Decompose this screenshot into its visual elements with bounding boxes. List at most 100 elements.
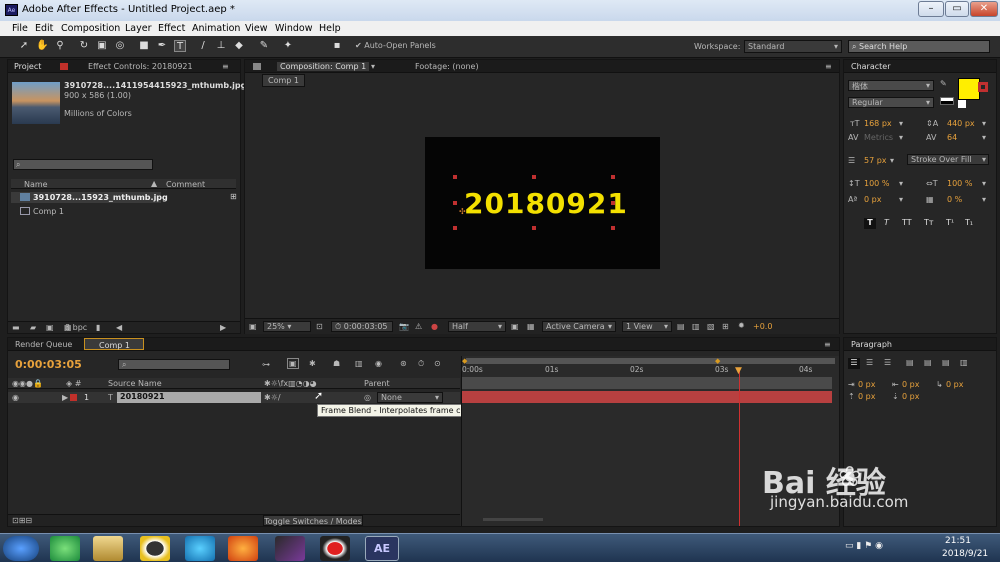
workspace-select[interactable]: Standard ▾: [744, 40, 842, 53]
recorder-icon[interactable]: [320, 536, 350, 561]
exposure-value[interactable]: +0.0: [753, 322, 772, 331]
work-area-bar[interactable]: [466, 358, 835, 364]
timeline-timecode[interactable]: 0:00:03:05: [15, 358, 82, 371]
indent-right-value[interactable]: 0 px: [902, 380, 919, 389]
menu-edit[interactable]: Edit: [35, 23, 53, 34]
rotate-tool-icon[interactable]: ↻: [78, 40, 90, 52]
snapshot-icon[interactable]: 📷: [399, 322, 409, 331]
transform-handle[interactable]: [453, 201, 457, 205]
tsume-value[interactable]: 0 %: [947, 195, 962, 204]
region-of-interest-icon[interactable]: ▣: [511, 322, 519, 331]
selection-tool-icon[interactable]: ➚: [18, 40, 30, 52]
work-area-end-icon[interactable]: ◆: [715, 357, 720, 365]
clone-stamp-tool-icon[interactable]: ⊥: [215, 40, 227, 52]
close-icon[interactable]: ✕: [970, 1, 998, 17]
transform-handle[interactable]: [453, 226, 457, 230]
timeline-search-input[interactable]: ⌕: [118, 359, 230, 370]
first-line-indent-value[interactable]: 0 px: [946, 380, 963, 389]
menu-animation[interactable]: Animation: [192, 23, 240, 34]
stroke-mode-select[interactable]: Stroke Over Fill ▾: [907, 154, 989, 165]
comp-mini-flowchart-icon[interactable]: ⊶: [262, 360, 270, 369]
menu-layer[interactable]: Layer: [125, 23, 152, 34]
roto-brush-tool-icon[interactable]: ✎: [258, 40, 270, 52]
firefox-icon[interactable]: [228, 536, 258, 561]
zoom-tool-icon[interactable]: ⚲: [54, 40, 66, 52]
menu-effect[interactable]: Effect: [158, 23, 185, 34]
menu-window[interactable]: Window: [275, 23, 312, 34]
panel-menu-icon[interactable]: ≡: [825, 62, 832, 71]
auto-open-checkbox[interactable]: ✔ Auto-Open Panels: [355, 41, 436, 50]
video-editor-icon[interactable]: [275, 536, 305, 561]
rectangle-tool-icon[interactable]: ■: [138, 40, 150, 52]
scroll-right-icon[interactable]: ▶: [220, 323, 226, 332]
channels-icon[interactable]: ●: [431, 322, 438, 331]
frame-blending-icon[interactable]: ▥: [355, 359, 363, 368]
column-name[interactable]: Name: [24, 180, 48, 189]
zoom-select[interactable]: 25% ▾: [263, 321, 311, 332]
transform-handle[interactable]: [611, 201, 615, 205]
tab-comp-1[interactable]: Comp 1: [84, 338, 144, 350]
fill-none-swatch[interactable]: [940, 97, 954, 105]
eyedropper-icon[interactable]: ✎: [940, 79, 947, 88]
playhead-icon[interactable]: ▼: [735, 366, 742, 376]
vertical-scale-value[interactable]: 100 %: [864, 179, 889, 188]
anchor-point-icon[interactable]: ✣: [459, 207, 466, 216]
composition-canvas[interactable]: 20180921 ✣: [425, 137, 660, 269]
faux-italic-button[interactable]: T: [884, 218, 889, 227]
scroll-left-icon[interactable]: ◀: [116, 323, 122, 332]
layer-duration-bar[interactable]: [462, 391, 832, 403]
column-comment[interactable]: Comment: [166, 180, 205, 189]
graph-editor-icon[interactable]: ⊙: [434, 359, 441, 368]
chevron-down-icon[interactable]: ▾: [982, 195, 986, 204]
chevron-down-icon[interactable]: ▾: [890, 156, 894, 165]
tab-project[interactable]: Project: [14, 62, 41, 71]
type-tool-icon[interactable]: T: [174, 40, 186, 52]
collapse-switch-icon[interactable]: ✱☼/: [264, 393, 281, 402]
new-comp-icon[interactable]: ▣: [46, 323, 54, 332]
subscript-button[interactable]: T₁: [965, 218, 973, 227]
tray-icons[interactable]: ▭ ▮ ⚑ ◉: [845, 541, 883, 551]
justify-right-icon[interactable]: ▤: [942, 358, 950, 367]
show-snapshot-icon[interactable]: ⚠: [415, 322, 422, 331]
font-size-value[interactable]: 168 px: [864, 119, 892, 128]
motion-blur-icon[interactable]: ◉: [375, 359, 382, 368]
selected-file-name[interactable]: 3910728....1411954415923_mthumb.jpg ▾: [64, 81, 253, 90]
toggle-pixel-aspect-icon[interactable]: ▤: [677, 322, 685, 331]
all-caps-button[interactable]: TT: [902, 218, 912, 227]
font-family-select[interactable]: 楷体 ▾: [848, 80, 934, 91]
view-layout-select[interactable]: 1 View ▾: [622, 321, 672, 332]
chevron-down-icon[interactable]: ▾: [899, 133, 903, 142]
clock-time[interactable]: 21:51: [945, 536, 971, 546]
qq-icon[interactable]: [140, 536, 170, 561]
menu-view[interactable]: View: [245, 23, 268, 34]
chevron-down-icon[interactable]: ▾: [371, 62, 375, 71]
browser-360-icon[interactable]: [50, 536, 80, 561]
media-player-icon[interactable]: [185, 536, 215, 561]
panel-menu-icon[interactable]: ≡: [824, 340, 831, 349]
camera-select[interactable]: Active Camera ▾: [542, 321, 616, 332]
white-swatch[interactable]: [958, 100, 966, 108]
puppet-pin-tool-icon[interactable]: ✦: [282, 40, 294, 52]
stroke-width-value[interactable]: 57 px: [864, 156, 887, 165]
current-time-indicator[interactable]: [739, 369, 740, 526]
eraser-tool-icon[interactable]: ◆: [233, 40, 245, 52]
expand-switches-icon[interactable]: ⊡⊞⊟: [12, 516, 32, 525]
menu-composition[interactable]: Composition: [61, 23, 120, 34]
minimize-icon[interactable]: –: [918, 1, 944, 17]
tab-paragraph[interactable]: Paragraph: [851, 340, 892, 349]
search-help-input[interactable]: ⌕ Search Help: [848, 40, 990, 53]
align-center-icon[interactable]: ☰: [866, 358, 873, 367]
font-style-select[interactable]: Regular ▾: [848, 97, 934, 108]
transform-handle[interactable]: [532, 175, 536, 179]
camera-tool-icon[interactable]: ▣: [96, 40, 108, 52]
stroke-color-swatch[interactable]: [978, 82, 988, 92]
transform-handle[interactable]: [453, 175, 457, 179]
clock-date[interactable]: 2018/9/21: [942, 549, 988, 559]
flowchart-icon[interactable]: ⊞: [722, 322, 729, 331]
live-update-icon[interactable]: ▣: [287, 358, 299, 369]
local-axis-icon[interactable]: ▪: [331, 40, 343, 52]
chevron-down-icon[interactable]: ▾: [899, 195, 903, 204]
trash-icon[interactable]: ▮: [96, 323, 100, 332]
exposure-icon[interactable]: ✹: [738, 321, 745, 330]
draft-3d-icon[interactable]: ✱: [309, 359, 316, 368]
